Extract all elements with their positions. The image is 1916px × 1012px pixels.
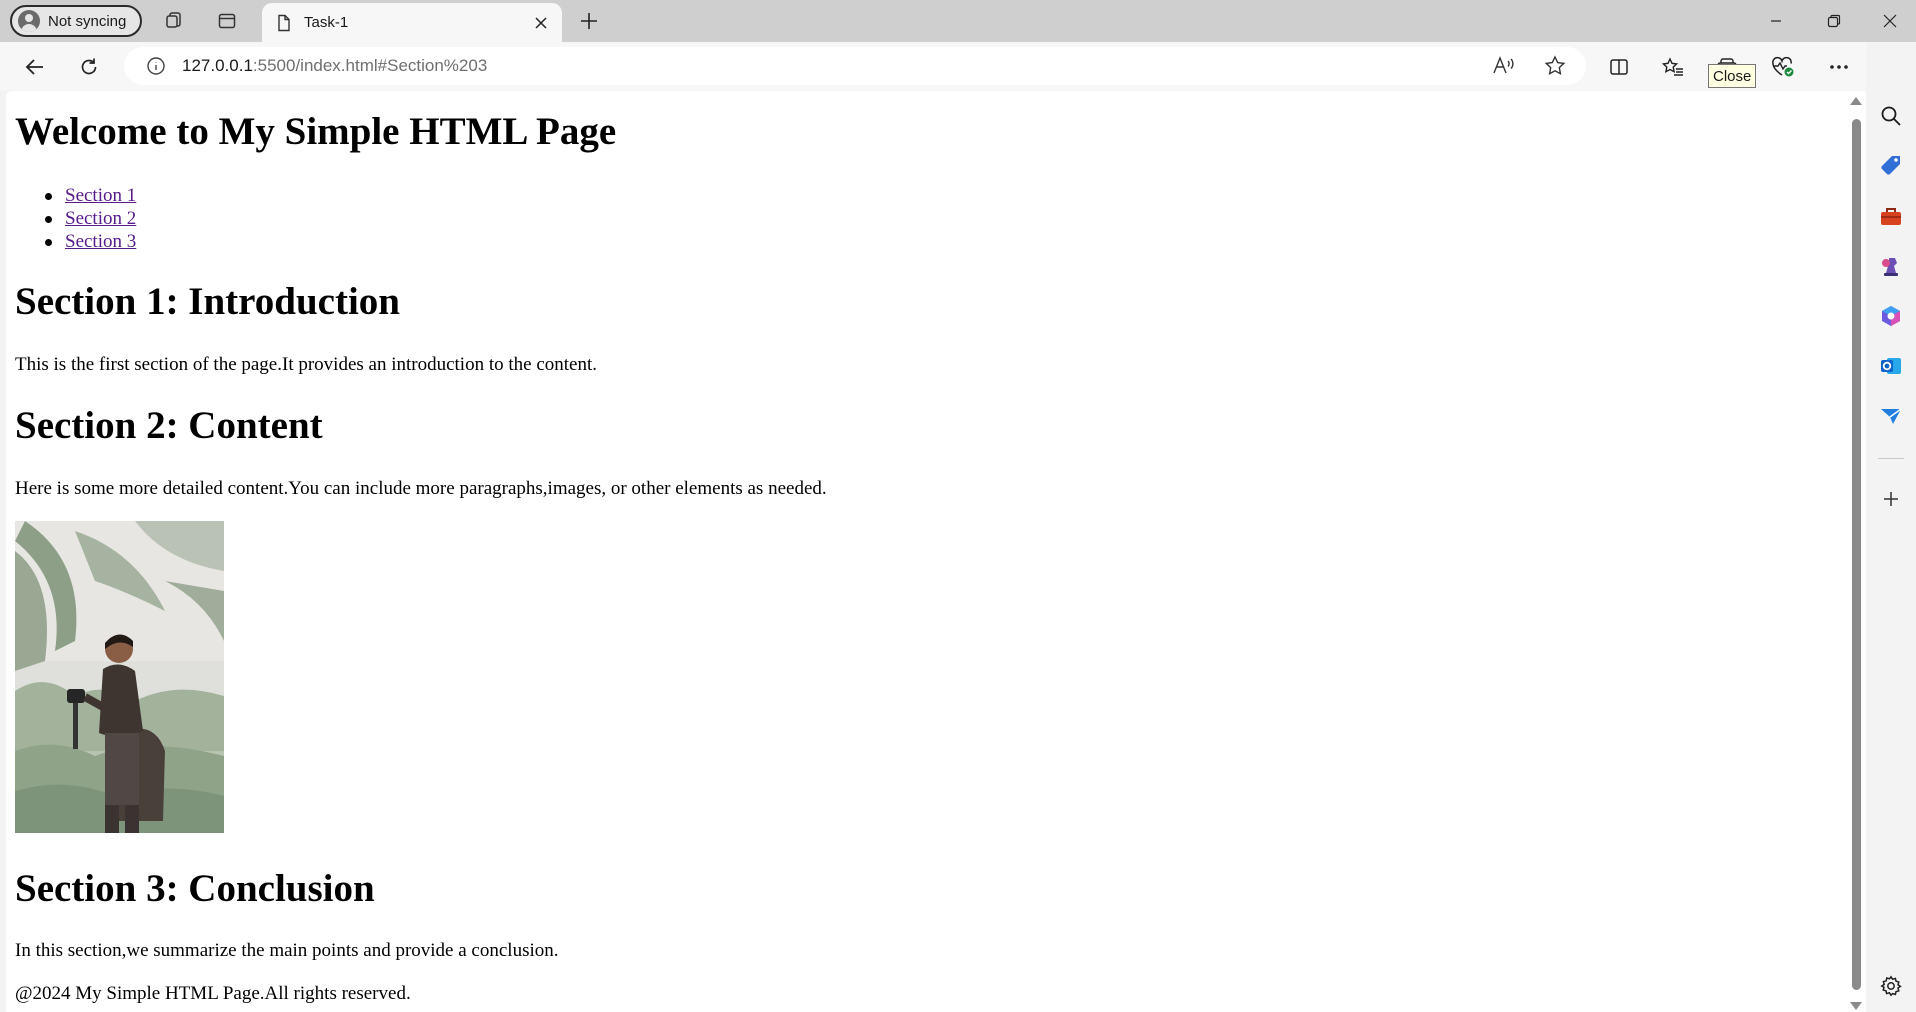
vertical-scrollbar[interactable] bbox=[1846, 91, 1866, 1012]
profile-avatar-icon bbox=[18, 10, 40, 32]
plus-icon bbox=[1884, 492, 1898, 506]
new-tab-button[interactable] bbox=[574, 6, 604, 36]
send-icon bbox=[1881, 408, 1902, 424]
back-button[interactable] bbox=[18, 50, 52, 84]
tab-title: Task-1 bbox=[304, 14, 349, 31]
scroll-down-arrow-icon[interactable] bbox=[1850, 1002, 1862, 1010]
info-icon bbox=[147, 57, 165, 75]
section-3-heading: Section 3: Conclusion bbox=[15, 867, 375, 910]
section-nav: Section 1 Section 2 Section 3 bbox=[15, 184, 136, 253]
profile-label: Not syncing bbox=[48, 12, 127, 30]
more-icon bbox=[1830, 65, 1848, 69]
sidebar-settings-button[interactable] bbox=[1875, 970, 1907, 1002]
section-1-text: This is the first section of the page.It… bbox=[15, 354, 598, 375]
url-text: 127.0.0.1:5500/index.html#Section%203 bbox=[182, 56, 487, 76]
browser-toolbar: 127.0.0.1:5500/index.html#Section%203 bbox=[0, 42, 1916, 90]
page-viewport: Welcome to My Simple HTML Page Section 1… bbox=[6, 91, 1846, 1012]
tab-actions-button[interactable] bbox=[213, 8, 241, 34]
sidebar-outlook-button[interactable] bbox=[1875, 350, 1907, 382]
page-icon bbox=[278, 14, 290, 31]
heart-pulse-icon bbox=[1772, 56, 1794, 77]
nav-link-section-3[interactable]: Section 3 bbox=[65, 231, 136, 252]
sidebar-microsoft365-button[interactable] bbox=[1875, 300, 1907, 332]
refresh-button[interactable] bbox=[72, 50, 106, 84]
tab-task-1[interactable]: Task-1 bbox=[262, 3, 562, 42]
url-host: 127.0.0.1 bbox=[182, 56, 253, 75]
sidebar-shopping-button[interactable] bbox=[1875, 150, 1907, 182]
scroll-up-arrow-icon[interactable] bbox=[1850, 97, 1862, 105]
outlook-icon bbox=[1881, 358, 1901, 374]
sidebar-search-button[interactable] bbox=[1875, 100, 1907, 132]
star-icon bbox=[1544, 55, 1566, 76]
workspaces-icon bbox=[166, 12, 181, 28]
nav-item: Section 1 bbox=[15, 184, 136, 207]
sidebar-tools-button[interactable] bbox=[1875, 200, 1907, 232]
gear-icon bbox=[1880, 975, 1902, 997]
plus-icon bbox=[581, 13, 597, 29]
sidebar-games-button[interactable] bbox=[1875, 250, 1907, 282]
content-photo bbox=[15, 521, 224, 833]
sidebar-drop-button[interactable] bbox=[1875, 400, 1907, 432]
browser-essentials-button[interactable] bbox=[1766, 50, 1800, 84]
section-2-heading: Section 2: Content bbox=[15, 404, 323, 447]
read-aloud-icon bbox=[1493, 56, 1514, 74]
search-icon bbox=[1881, 106, 1901, 126]
tab-strip: Not syncing Task-1 bbox=[0, 0, 1916, 42]
settings-and-more-button[interactable] bbox=[1822, 50, 1856, 84]
split-screen-icon bbox=[1610, 59, 1628, 75]
workspaces-button[interactable] bbox=[160, 8, 188, 34]
close-tab-button[interactable] bbox=[526, 8, 556, 38]
back-arrow-icon bbox=[25, 59, 43, 75]
restore-icon bbox=[1827, 14, 1841, 28]
section-3-text: In this section,we summarize the main po… bbox=[15, 940, 559, 961]
page-footer: @2024 My Simple HTML Page.All rights res… bbox=[15, 983, 411, 1004]
vertical-tabs-icon bbox=[218, 13, 236, 29]
add-favorite-button[interactable] bbox=[1544, 55, 1566, 82]
close-window-button[interactable] bbox=[1862, 0, 1916, 42]
favorites-icon bbox=[1662, 57, 1683, 76]
sidebar-add-button[interactable] bbox=[1875, 483, 1907, 515]
split-screen-button[interactable] bbox=[1602, 50, 1636, 84]
page-title: Welcome to My Simple HTML Page bbox=[15, 110, 617, 153]
chess-piece-icon bbox=[1882, 258, 1898, 276]
nav-item: Section 3 bbox=[15, 230, 136, 253]
edge-sidebar bbox=[1866, 42, 1916, 1012]
address-bar[interactable]: 127.0.0.1:5500/index.html#Section%203 bbox=[124, 47, 1586, 85]
sidebar-divider bbox=[1878, 458, 1904, 459]
nav-item: Section 2 bbox=[15, 207, 136, 230]
nav-link-section-1[interactable]: Section 1 bbox=[65, 185, 136, 206]
restore-button[interactable] bbox=[1806, 0, 1862, 42]
minimize-button[interactable] bbox=[1748, 0, 1804, 42]
minimize-icon bbox=[1771, 20, 1781, 22]
close-icon bbox=[535, 16, 547, 29]
nav-link-section-2[interactable]: Section 2 bbox=[65, 208, 136, 229]
url-path: :5500/index.html#Section%203 bbox=[252, 56, 488, 75]
refresh-icon bbox=[81, 58, 97, 75]
section-2-text: Here is some more detailed content.You c… bbox=[15, 478, 827, 499]
profile-button[interactable]: Not syncing bbox=[10, 5, 142, 37]
scrollbar-thumb[interactable] bbox=[1852, 119, 1861, 990]
close-tooltip: Close bbox=[1708, 64, 1757, 88]
shopping-tag-icon bbox=[1881, 156, 1900, 175]
toolbox-icon bbox=[1881, 208, 1901, 225]
section-1-heading: Section 1: Introduction bbox=[15, 280, 400, 323]
microsoft365-icon bbox=[1882, 306, 1900, 326]
close-icon bbox=[1883, 14, 1897, 28]
favorites-button[interactable] bbox=[1656, 50, 1690, 84]
read-aloud-button[interactable] bbox=[1492, 55, 1516, 82]
